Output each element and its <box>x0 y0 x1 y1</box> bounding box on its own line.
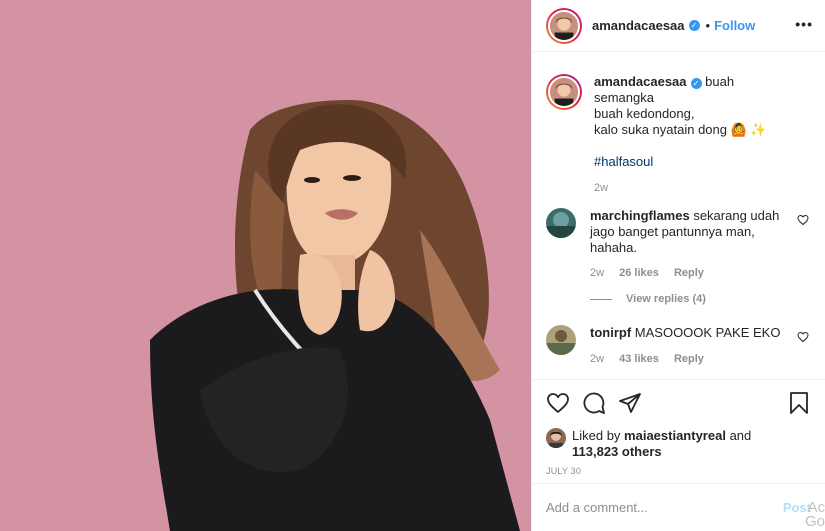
post-header: amandacaesaa ✓ • Follow ••• <box>532 0 825 52</box>
view-replies-label: View replies (4) <box>626 293 706 305</box>
comment-meta: 2w 26 likes Reply <box>590 267 789 279</box>
comment-likes[interactable]: 43 likes <box>619 353 659 365</box>
liked-by-prefix: Liked by <box>572 428 621 443</box>
comment-like-heart-icon[interactable] <box>797 331 809 343</box>
comments-list[interactable]: amandacaesaa ✓ buah semangka buah kedondo… <box>532 53 825 379</box>
likes-summary: Liked by maiaestiantyreal and 113,823 ot… <box>546 428 811 460</box>
caption: amandacaesaa ✓ buah semangka buah kedondo… <box>546 74 811 194</box>
view-replies-button[interactable]: View replies (4) <box>590 293 811 305</box>
hashtag-link[interactable]: #halfasoul <box>594 154 789 170</box>
post-date[interactable]: JULY 30 <box>546 466 811 476</box>
commenter-avatar[interactable] <box>546 208 576 238</box>
caption-avatar[interactable] <box>546 74 582 110</box>
post-panel: amandacaesaa ✓ • Follow ••• amandacaesaa… <box>531 0 825 531</box>
follow-button[interactable]: Follow <box>714 18 755 33</box>
comment-time: 2w <box>590 353 605 365</box>
commenter-avatar[interactable] <box>546 325 576 355</box>
verified-icon: ✓ <box>688 20 700 31</box>
comment-item: marchingflames sekarang udah jago banget… <box>546 208 811 279</box>
comment-likes[interactable]: 26 likes <box>619 267 659 279</box>
comment-input[interactable] <box>546 500 783 515</box>
post-photo[interactable] <box>0 0 531 531</box>
likes-others[interactable]: 113,823 others <box>572 444 662 459</box>
comment-meta: 2w 43 likes Reply <box>590 353 789 365</box>
reply-button[interactable]: Reply <box>674 353 704 365</box>
comment-item: tonirpf MASOOOOK PAKE EKO 2w 43 likes Re… <box>546 325 811 365</box>
caption-text: amandacaesaa ✓ buah semangka buah kedondo… <box>594 74 789 138</box>
caption-username[interactable]: amandacaesaa <box>594 74 687 89</box>
author-username[interactable]: amandacaesaa <box>592 18 685 33</box>
liked-by-suffix: and <box>729 428 752 443</box>
activation-watermark: Ac Go <box>805 499 825 530</box>
comment-text: marchingflames sekarang udah jago banget… <box>590 208 789 256</box>
share-icon[interactable] <box>618 391 642 415</box>
caption-line-3: kalo suka nyatain dong 🙆 ✨ <box>594 122 767 137</box>
comment-icon[interactable] <box>582 391 606 415</box>
caption-line-2: buah kedondong, <box>594 106 695 121</box>
post-image <box>0 0 531 531</box>
more-options-icon[interactable]: ••• <box>795 16 813 32</box>
bookmark-icon[interactable] <box>787 391 811 415</box>
liker-avatar[interactable] <box>546 428 566 448</box>
verified-icon: ✓ <box>690 78 702 89</box>
comment-body: MASOOOOK PAKE EKO <box>634 325 781 340</box>
comment-time: 2w <box>590 267 605 279</box>
replies-divider <box>590 298 612 300</box>
author-avatar[interactable] <box>546 7 582 44</box>
comment-username[interactable]: marchingflames <box>590 208 690 223</box>
comment-like-heart-icon[interactable] <box>797 214 809 226</box>
heart-icon[interactable] <box>546 391 570 415</box>
comment-text: tonirpf MASOOOOK PAKE EKO <box>590 325 789 341</box>
liked-by-user[interactable]: maiaestiantyreal <box>624 428 726 443</box>
reply-button[interactable]: Reply <box>674 267 704 279</box>
comment-username[interactable]: tonirpf <box>590 325 631 340</box>
add-comment-bar: Post <box>532 483 825 531</box>
separator-dot: • <box>705 18 711 33</box>
caption-time: 2w <box>594 182 609 194</box>
post-actions: Liked by maiaestiantyreal and 113,823 ot… <box>532 379 825 483</box>
